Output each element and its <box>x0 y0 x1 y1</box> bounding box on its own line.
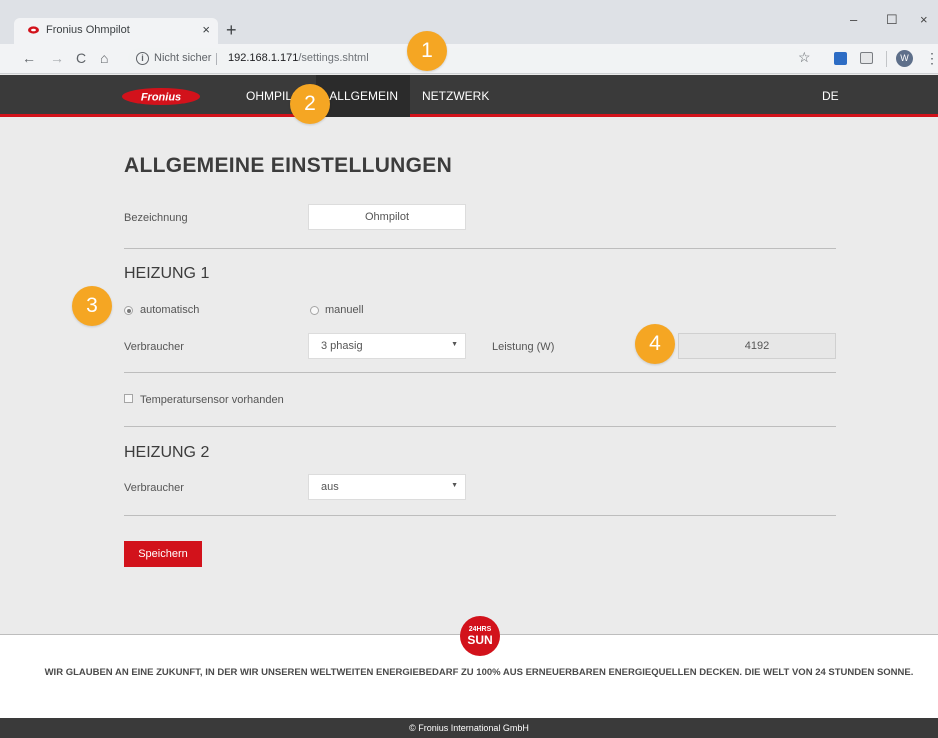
extension-icon[interactable] <box>834 52 847 65</box>
fronius-logo-text: Fronius <box>141 92 181 104</box>
back-button[interactable]: ← <box>22 50 36 66</box>
new-tab-button[interactable]: + <box>226 18 237 42</box>
reload-button[interactable]: C <box>76 50 86 66</box>
callout-badge-1: 1 <box>407 31 447 71</box>
leistung-label: Leistung (W) <box>492 341 555 353</box>
forward-button[interactable]: → <box>50 50 64 66</box>
tab-title: Fronius Ohmpilot <box>46 24 130 36</box>
url-host: 192.168.1.171 <box>228 52 299 64</box>
badge-top-text: 24HRS <box>468 626 492 633</box>
manuell-radio-label[interactable]: manuell <box>325 304 364 316</box>
callout-badge-2: 2 <box>290 84 330 124</box>
bezeichnung-label: Bezeichnung <box>124 212 188 224</box>
select-value: 3 phasig <box>321 340 363 352</box>
address-bar-divider <box>216 53 217 65</box>
site-nav: Fronius OHMPILOT ALLGEMEIN NETZWERK DE <box>0 75 938 117</box>
bezeichnung-input[interactable]: Ohmpilot <box>308 204 466 230</box>
chevron-down-icon: ▼ <box>451 482 458 489</box>
footer: 24HRS SUN WIR GLAUBEN AN EINE ZUKUNFT, I… <box>0 616 938 718</box>
cast-icon[interactable] <box>860 52 873 64</box>
page-title: ALLGEMEINE EINSTELLUNGEN <box>124 154 453 177</box>
nav-item-allgemein[interactable]: ALLGEMEIN <box>316 75 410 117</box>
save-button[interactable]: Speichern <box>124 541 202 567</box>
toolbar-divider <box>886 51 887 67</box>
copyright-bar: © Fronius International GmbH <box>0 718 938 738</box>
language-selector[interactable]: DE <box>810 75 851 117</box>
24hrs-sun-badge: 24HRS SUN <box>460 616 500 656</box>
callout-badge-3: 3 <box>72 286 112 326</box>
callout-badge-4: 4 <box>635 324 675 364</box>
automatisch-radio[interactable] <box>124 306 133 315</box>
nav-item-netzwerk[interactable]: NETZWERK <box>410 75 501 117</box>
heizung2-verbraucher-select[interactable]: aus ▼ <box>308 474 466 500</box>
bookmark-star-icon[interactable]: ☆ <box>798 49 811 66</box>
address-bar[interactable]: i Nicht sicher 192.168.1.171/settings.sh… <box>128 48 806 70</box>
browser-tabstrip: Fronius Ohmpilot × + – ☐ × <box>0 0 938 44</box>
browser-menu-icon[interactable]: ⋮ <box>925 50 938 66</box>
manuell-radio[interactable] <box>310 306 319 315</box>
badge-bottom-text: SUN <box>467 633 493 647</box>
leistung-input[interactable]: 4192 <box>678 333 836 359</box>
heizung1-verbraucher-label: Verbraucher <box>124 341 184 353</box>
home-button[interactable]: ⌂ <box>100 50 108 66</box>
select-value: aus <box>321 481 339 493</box>
temperatursensor-checkbox[interactable] <box>124 394 133 403</box>
minimize-window-button[interactable]: – <box>850 12 857 27</box>
divider <box>124 515 836 516</box>
temperatursensor-label[interactable]: Temperatursensor vorhanden <box>140 394 284 406</box>
automatisch-radio-label[interactable]: automatisch <box>140 304 199 316</box>
url-path: /settings.shtml <box>298 52 369 64</box>
heizung2-verbraucher-label: Verbraucher <box>124 482 184 494</box>
browser-tab[interactable]: Fronius Ohmpilot × <box>14 18 218 44</box>
url-text[interactable]: 192.168.1.171/settings.shtml <box>228 52 369 64</box>
maximize-window-button[interactable]: ☐ <box>886 12 898 28</box>
info-icon[interactable]: i <box>136 52 149 65</box>
fronius-favicon-icon <box>28 26 39 34</box>
footer-slogan: WIR GLAUBEN AN EINE ZUKUNFT, IN DER WIR … <box>44 667 914 678</box>
fronius-logo[interactable]: Fronius <box>122 88 200 105</box>
heizung2-title: HEIZUNG 2 <box>124 444 210 461</box>
settings-panel: ALLGEMEINE EINSTELLUNGEN Bezeichnung Ohm… <box>0 120 938 634</box>
chevron-down-icon: ▼ <box>451 341 458 348</box>
heizung1-verbraucher-select[interactable]: 3 phasig ▼ <box>308 333 466 359</box>
security-label: Nicht sicher <box>154 52 212 64</box>
heizung1-title: HEIZUNG 1 <box>124 265 210 282</box>
divider <box>124 426 836 427</box>
screen: Fronius Ohmpilot × + – ☐ × ← → C ⌂ i Nic… <box>0 0 938 738</box>
profile-avatar[interactable]: W <box>896 50 913 67</box>
divider <box>124 372 836 373</box>
tab-close-icon[interactable]: × <box>202 22 210 37</box>
browser-toolbar: ← → C ⌂ i Nicht sicher 192.168.1.171/set… <box>0 44 938 74</box>
close-window-button[interactable]: × <box>920 12 928 27</box>
divider <box>124 248 836 249</box>
